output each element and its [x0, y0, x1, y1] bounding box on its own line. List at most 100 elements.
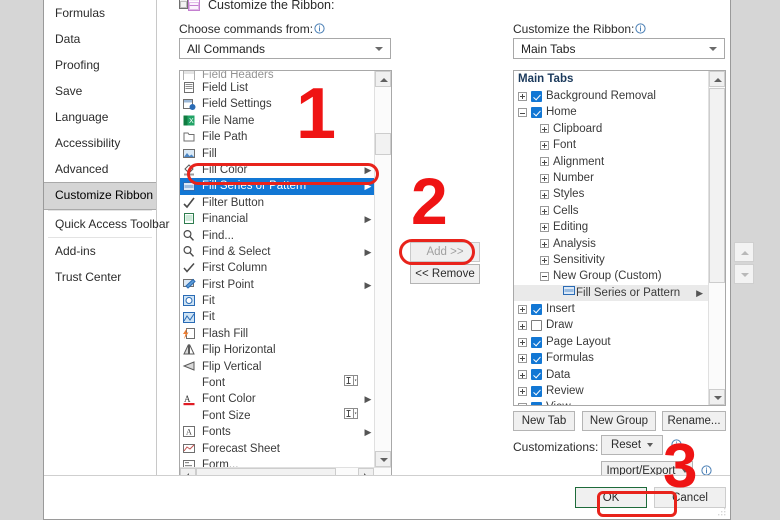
expand-icon[interactable] [540, 140, 549, 150]
command-list-item[interactable]: File Path [180, 129, 374, 145]
command-list-item[interactable]: First Column [180, 260, 374, 276]
ribbon-tree-node[interactable]: Insert [514, 301, 708, 317]
tab-checkbox[interactable] [531, 336, 542, 348]
expand-icon[interactable] [518, 91, 527, 101]
ribbon-tree-node[interactable]: Formulas [514, 350, 708, 366]
collapse-icon[interactable] [518, 108, 527, 118]
sidebar-item-quick-access-toolbar[interactable]: Quick Access Toolbar [44, 211, 170, 237]
remove-button[interactable]: << Remove [410, 264, 480, 284]
add-button[interactable]: Add >> [410, 242, 480, 262]
sidebar-item-save[interactable]: Save [44, 78, 156, 104]
info-icon[interactable] [635, 23, 647, 34]
ribbon-tree-listbox[interactable]: Main Tabs Background Removal Home Clipboar… [513, 70, 726, 406]
command-list-item[interactable]: First Point ▶ [180, 277, 374, 293]
ribbon-tree-node[interactable]: Review [514, 383, 708, 399]
expand-icon[interactable] [518, 321, 527, 331]
command-list-item[interactable]: Fit [180, 309, 374, 325]
command-list-item[interactable]: Field Settings [180, 96, 374, 112]
ribbon-tree-node[interactable]: Data [514, 367, 708, 383]
expand-icon[interactable] [540, 124, 549, 134]
expand-icon[interactable] [540, 157, 549, 167]
expand-icon[interactable] [540, 239, 549, 249]
command-list-item[interactable]: X File Name [180, 113, 374, 129]
tab-checkbox[interactable] [531, 320, 542, 332]
new-group-button[interactable]: New Group [582, 411, 656, 431]
rename-button[interactable]: Rename... [662, 411, 726, 431]
ribbon-tree-node[interactable]: Sensitivity [514, 252, 708, 268]
expand-icon[interactable] [540, 173, 549, 183]
ribbon-tree-node[interactable]: New Group (Custom) [514, 268, 708, 284]
expand-icon[interactable] [540, 206, 549, 216]
ribbon-tree-node[interactable]: Draw [514, 317, 708, 333]
resize-grip-icon[interactable] [717, 507, 727, 517]
command-list-item[interactable]: A Font Color ▶ [180, 391, 374, 407]
command-list-item[interactable]: Font Size [180, 407, 374, 424]
command-list-item[interactable]: Field Headers [180, 71, 374, 80]
command-list-item[interactable]: Form... [180, 457, 374, 467]
command-list-item[interactable]: Find... [180, 228, 374, 244]
ribbon-tree[interactable]: Background Removal Home Clipboard Font Align… [514, 88, 708, 405]
command-list-item[interactable]: Font [180, 375, 374, 391]
ribbon-tree-node[interactable]: Number [514, 170, 708, 186]
ribbon-tree-node[interactable]: Font [514, 137, 708, 153]
ribbon-tree-node[interactable]: Cells [514, 203, 708, 219]
ribbon-tree-node[interactable]: Alignment [514, 154, 708, 170]
tree-vscrollbar[interactable] [708, 71, 725, 405]
tab-checkbox[interactable] [531, 385, 542, 397]
info-icon[interactable] [314, 23, 325, 34]
move-up-button[interactable] [734, 242, 754, 262]
tab-checkbox[interactable] [531, 90, 542, 102]
sidebar-item-customize-ribbon[interactable]: Customize Ribbon [44, 182, 156, 210]
expand-icon[interactable] [540, 190, 549, 200]
commands-vscrollbar[interactable] [374, 71, 391, 467]
ribbon-tree-node[interactable]: Styles [514, 186, 708, 202]
sidebar-item-data[interactable]: Data [44, 26, 156, 52]
ribbon-tree-node[interactable]: Background Removal [514, 88, 708, 104]
command-list-item[interactable]: Financial ▶ [180, 211, 374, 227]
ribbon-tree-node[interactable]: Home [514, 104, 708, 120]
expand-icon[interactable] [518, 386, 527, 396]
command-list-item[interactable]: Flip Horizontal [180, 342, 374, 358]
sidebar-item-formulas[interactable]: Formulas [44, 0, 156, 26]
tab-checkbox[interactable] [531, 303, 542, 315]
commands-list[interactable]: Field Headers Field List Field Settings X Fi… [180, 71, 374, 467]
ribbon-tree-node[interactable]: Analysis [514, 236, 708, 252]
scroll-up-button[interactable] [709, 71, 725, 87]
scroll-up-button[interactable] [375, 71, 391, 87]
ok-button[interactable]: OK [575, 487, 647, 508]
tab-checkbox[interactable] [531, 402, 542, 405]
sidebar-item-trust-center[interactable]: Trust Center [44, 264, 156, 290]
expand-icon[interactable] [540, 255, 549, 265]
scroll-down-button[interactable] [709, 389, 725, 405]
scroll-thumb[interactable] [709, 88, 725, 283]
ribbon-tree-node[interactable]: Clipboard [514, 121, 708, 137]
sidebar-item-proofing[interactable]: Proofing [44, 52, 156, 78]
expand-icon[interactable] [518, 403, 527, 405]
sidebar-item-add-ins[interactable]: Add-ins [44, 238, 156, 264]
command-list-item[interactable]: Fill [180, 146, 374, 162]
new-tab-button[interactable]: New Tab [513, 411, 575, 431]
sidebar-item-accessibility[interactable]: Accessibility [44, 130, 156, 156]
scroll-thumb[interactable] [375, 133, 391, 155]
command-list-item[interactable]: Find & Select ▶ [180, 244, 374, 260]
expand-icon[interactable] [518, 304, 527, 314]
command-list-item[interactable]: Forecast Sheet [180, 441, 374, 457]
sidebar-item-advanced[interactable]: Advanced [44, 156, 156, 182]
command-list-item[interactable]: Fill Series or Pattern ▶ [180, 178, 374, 195]
command-list-item[interactable]: A Fonts ▶ [180, 424, 374, 440]
sidebar-item-language[interactable]: Language [44, 104, 156, 130]
ribbon-tree-node[interactable]: Page Layout [514, 334, 708, 350]
scroll-down-button[interactable] [375, 451, 391, 467]
command-list-item[interactable]: Filter Button [180, 195, 374, 211]
info-icon[interactable] [671, 439, 682, 450]
expand-icon[interactable] [540, 222, 549, 232]
ribbon-tree-node[interactable]: Editing [514, 219, 708, 235]
command-list-item[interactable]: Flash Fill [180, 326, 374, 342]
ribbon-tree-node[interactable]: Fill Series or Pattern ▶ [514, 284, 708, 302]
command-list-item[interactable]: Flip Vertical [180, 359, 374, 375]
choose-commands-combo[interactable]: All Commands [179, 38, 391, 59]
move-down-button[interactable] [734, 264, 754, 284]
ribbon-tree-node[interactable]: View [514, 399, 708, 405]
customize-ribbon-combo[interactable]: Main Tabs [513, 38, 725, 59]
command-list-item[interactable]: Fit [180, 293, 374, 309]
